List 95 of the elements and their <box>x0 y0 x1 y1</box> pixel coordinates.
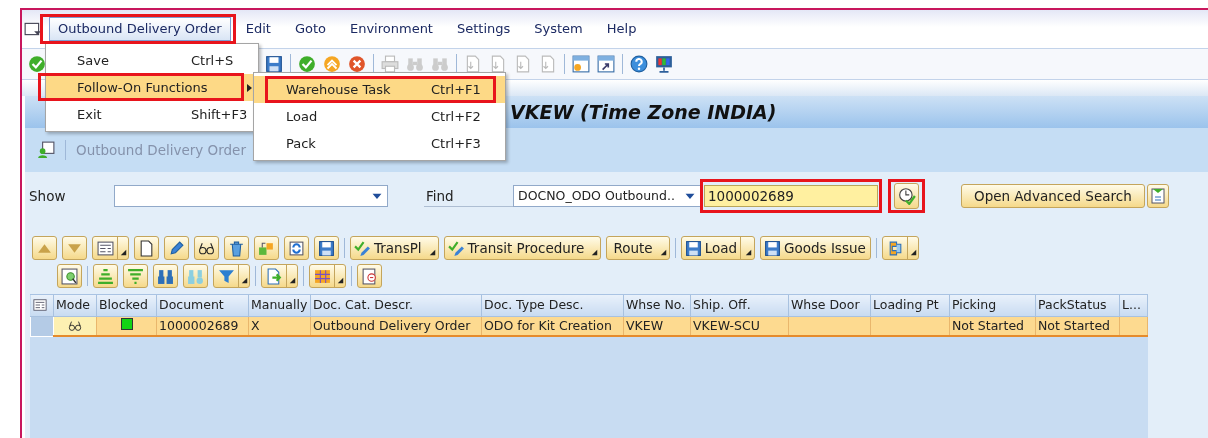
sort-ascending-icon <box>97 267 114 285</box>
save-button[interactable] <box>314 236 339 260</box>
caret-icon <box>684 192 696 200</box>
menu-item[interactable]: Outbound Delivery Order <box>49 17 231 41</box>
print-preview-icon <box>361 267 378 285</box>
save-icon <box>684 239 702 257</box>
delete-button[interactable] <box>224 236 249 260</box>
table-row[interactable]: 1000002689 X Outbound Delivery Order ODO for Kit Creation VKEW VKEW-SCU Not Started Not Started <box>30 316 1148 337</box>
column-header[interactable]: Picking <box>949 295 1036 316</box>
clock-check-icon <box>897 187 916 205</box>
preview-button[interactable] <box>57 264 82 288</box>
sort-descending-button[interactable] <box>123 264 148 288</box>
column-header[interactable]: Document <box>156 295 249 316</box>
column-header[interactable]: Mode <box>53 295 97 316</box>
find-next-icon <box>187 267 204 285</box>
menu-item[interactable]: Help <box>597 17 646 41</box>
grid-button[interactable] <box>309 264 346 288</box>
layout-button[interactable] <box>92 236 129 260</box>
column-header[interactable]: Loading Pt <box>870 295 950 316</box>
check-pencil-icon <box>447 239 465 257</box>
column-header[interactable]: PackStatus <box>1035 295 1120 316</box>
move-down-button[interactable] <box>62 236 87 260</box>
find-dropdown[interactable]: DOCNO_ODO Outbound.. <box>513 185 701 207</box>
edit-icon <box>168 239 185 257</box>
page-icon <box>514 55 532 73</box>
menu-item[interactable]: Load Ctrl+F2 <box>254 103 505 130</box>
print-preview-button[interactable] <box>357 264 382 288</box>
window-icon <box>24 20 42 38</box>
search-field[interactable]: 1000002689 <box>704 185 878 207</box>
toolbar-button[interactable]: TransPl <box>350 236 439 260</box>
layout-button[interactable] <box>1146 184 1169 208</box>
filter-button[interactable] <box>213 264 250 288</box>
caret-icon <box>120 249 127 256</box>
form-icon <box>1149 188 1166 204</box>
column-header[interactable]: Ship. Off. <box>690 295 789 316</box>
menu-item[interactable]: Environment <box>340 17 442 41</box>
display-button[interactable] <box>194 236 219 260</box>
find-icon <box>406 55 424 73</box>
refresh-button[interactable] <box>284 236 309 260</box>
menu-item[interactable]: Settings <box>447 17 520 41</box>
help-icon <box>630 55 648 73</box>
toolbar-button[interactable]: Goods Issue <box>760 236 871 260</box>
caret-icon <box>371 192 383 200</box>
show-dropdown[interactable] <box>114 185 388 207</box>
monitor-icon <box>655 55 673 73</box>
window-icon <box>597 55 615 73</box>
bracket-button[interactable] <box>881 236 919 260</box>
caret-icon <box>241 277 248 284</box>
column-header[interactable]: L... <box>1119 295 1148 316</box>
refresh-icon <box>288 239 305 257</box>
caret-icon <box>337 277 344 284</box>
column-header[interactable]: Doc. Cat. Descr. <box>310 295 482 316</box>
export-icon <box>266 267 283 285</box>
column-header[interactable]: Doc. Type Desc. <box>481 295 624 316</box>
edit-button[interactable] <box>164 236 189 260</box>
save-icon <box>318 239 335 257</box>
find-icon <box>157 267 174 285</box>
menu-item[interactable]: Goto <box>285 17 335 41</box>
save-icon <box>764 239 781 257</box>
caret-icon <box>289 277 296 284</box>
filter-icon <box>218 267 235 285</box>
grid-icon <box>314 267 331 285</box>
column-header[interactable]: Blocked <box>96 295 157 316</box>
advanced-search-button[interactable]: Open Advanced Search <box>961 184 1145 208</box>
column-header[interactable]: Whse Door <box>788 295 871 316</box>
menu-item[interactable]: Edit <box>236 17 280 41</box>
toolbar-label: Outbound Delivery Order <box>76 140 246 160</box>
menu-item[interactable]: Pack Ctrl+F3 <box>254 130 505 157</box>
toolbar-button[interactable]: Route <box>606 236 670 260</box>
menu-item[interactable]: System <box>525 17 592 41</box>
search-button[interactable] <box>894 183 919 209</box>
find-icon <box>431 55 449 73</box>
page-icon <box>539 55 557 73</box>
column-header[interactable]: Manually <box>248 295 311 316</box>
new-document-icon <box>138 239 155 257</box>
layout-icon <box>97 239 114 257</box>
sort-ascending-button[interactable] <box>93 264 118 288</box>
settings-icon[interactable] <box>32 298 47 313</box>
export-button[interactable] <box>261 264 298 288</box>
move-up-button[interactable] <box>32 236 57 260</box>
menu-item[interactable]: Save Ctrl+S <box>46 47 258 74</box>
new-window-icon <box>572 55 590 73</box>
column-header[interactable]: Whse No. <box>623 295 691 316</box>
sort-descending-icon <box>127 267 144 285</box>
user-icon <box>37 141 55 159</box>
boxes-button[interactable] <box>254 236 279 260</box>
field-label: Show <box>28 187 67 206</box>
check-pencil-icon <box>354 239 371 257</box>
new-document-button[interactable] <box>134 236 159 260</box>
caret-icon <box>909 249 917 256</box>
toolbar-button[interactable]: Transit Procedure <box>443 236 602 260</box>
find-button[interactable] <box>153 264 178 288</box>
delete-icon <box>228 239 245 257</box>
preview-icon <box>61 267 78 285</box>
toolbar-button[interactable]: Load <box>680 236 755 260</box>
